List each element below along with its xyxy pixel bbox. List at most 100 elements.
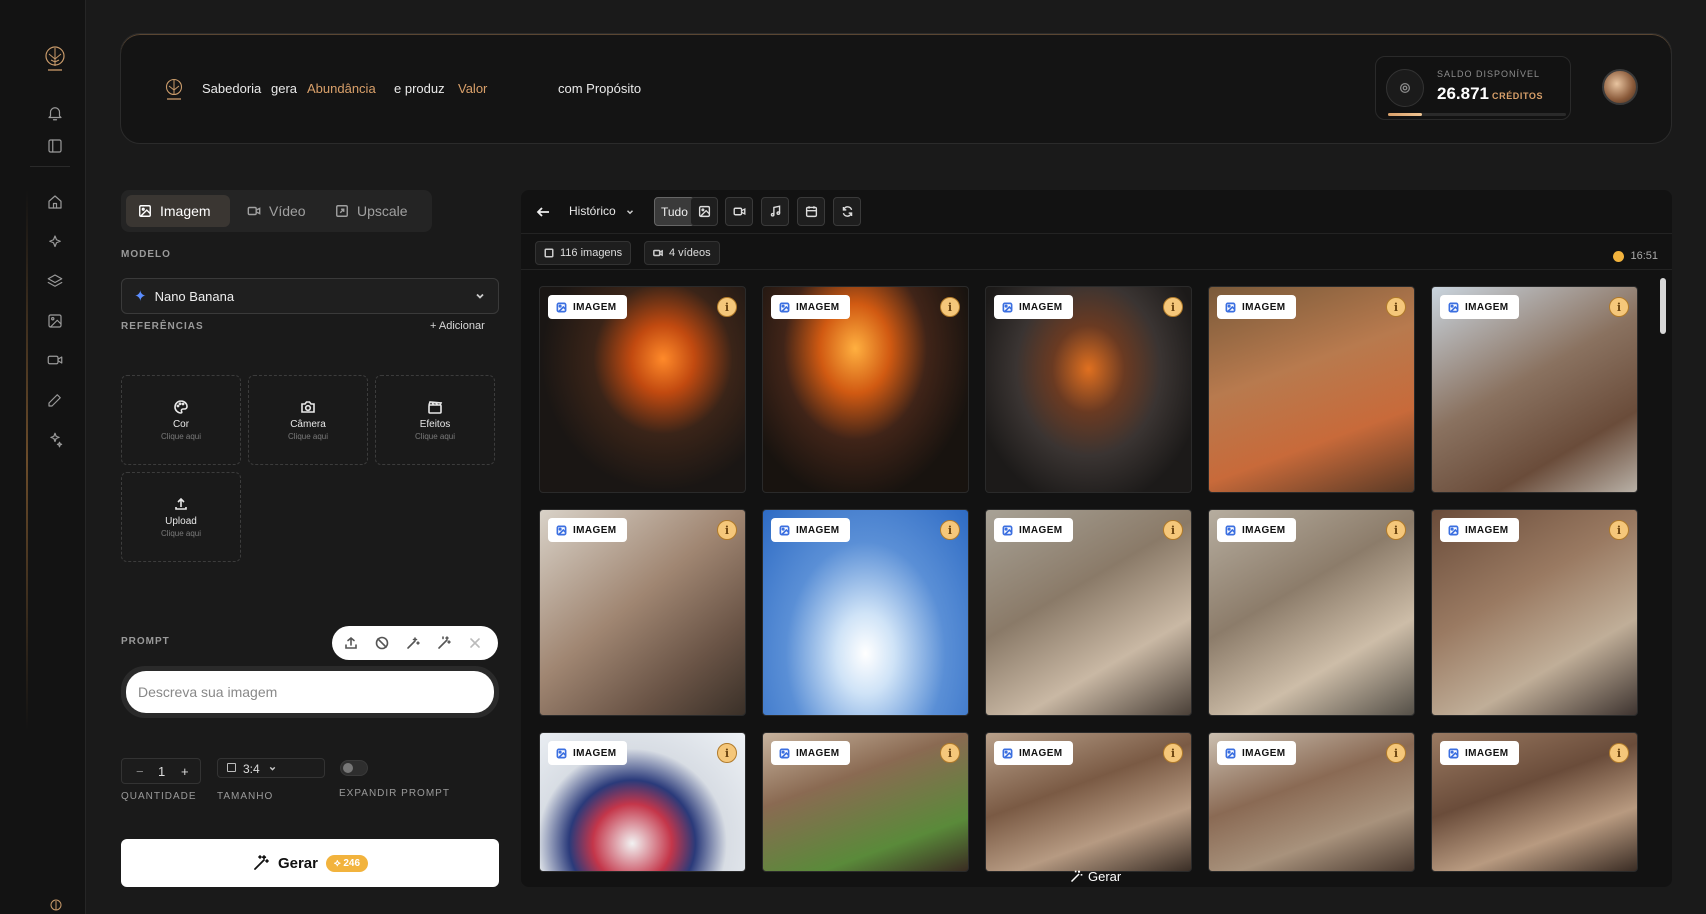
filter-video[interactable] <box>725 197 753 226</box>
ref-card-effects[interactable]: Efeitos Clique aqui <box>375 375 495 465</box>
quantity-decrement[interactable]: − <box>136 764 144 779</box>
quantity-increment[interactable]: + <box>181 764 189 779</box>
gallery-image-tile[interactable]: IMAGEM i <box>985 732 1192 872</box>
info-icon[interactable]: i <box>1163 520 1183 540</box>
generate-button[interactable]: Gerar ⟡ 246 <box>121 839 499 887</box>
ref-card-upload[interactable]: Upload Clique aqui <box>121 472 241 562</box>
layers-icon[interactable] <box>46 272 64 290</box>
image-type-badge: IMAGEM <box>1440 741 1519 765</box>
edit-icon[interactable] <box>46 391 64 409</box>
ban-icon[interactable] <box>374 635 390 651</box>
badge-label: IMAGEM <box>796 524 840 536</box>
gallery-panel: Histórico Tudo 116 imagens 4 vídeos 16:5… <box>521 190 1672 887</box>
refresh-button[interactable] <box>833 197 861 226</box>
credits-progress-fill <box>1388 113 1422 116</box>
history-dropdown[interactable]: Histórico <box>569 204 616 218</box>
tab-label: Vídeo <box>269 203 306 219</box>
gallery-image-tile[interactable]: IMAGEM i <box>1208 286 1415 493</box>
info-icon[interactable]: i <box>1386 743 1406 763</box>
video-icon <box>653 249 663 257</box>
expand-prompt-toggle[interactable] <box>340 760 368 776</box>
gallery-image-tile[interactable]: IMAGEM i <box>1208 509 1415 716</box>
tab-imagem[interactable]: Imagem <box>126 195 230 227</box>
info-icon[interactable]: i <box>717 743 737 763</box>
gallery-image-tile[interactable]: IMAGEM i <box>539 509 746 716</box>
gallery-image-tile[interactable]: IMAGEM i <box>1431 509 1638 716</box>
ref-card-camera[interactable]: Câmera Clique aqui <box>248 375 368 465</box>
ref-card-hint: Clique aqui <box>287 432 329 441</box>
ref-card-color[interactable]: Cor Clique aqui <box>121 375 241 465</box>
gallery-image-tile[interactable]: IMAGEM i <box>1431 732 1638 872</box>
gallery-generate-hint[interactable]: Gerar <box>1069 869 1121 884</box>
prompt-input[interactable] <box>126 671 494 713</box>
gallery-image-tile[interactable]: IMAGEM i <box>1208 732 1415 872</box>
ref-card-hint: Clique aqui <box>160 529 202 538</box>
image-icon <box>556 748 567 758</box>
time-value: 16:51 <box>1630 250 1658 262</box>
info-icon[interactable]: i <box>1163 743 1183 763</box>
info-icon[interactable]: i <box>940 743 960 763</box>
image-icon[interactable] <box>46 312 64 330</box>
user-avatar[interactable] <box>1602 69 1638 105</box>
model-select[interactable]: ✦ Nano Banana <box>121 278 499 314</box>
size-select[interactable]: 3:4 <box>217 758 325 778</box>
badge-label: IMAGEM <box>1465 747 1509 759</box>
credits-balance[interactable]: SALDO DISPONÍVEL 26.871 CRÉDITOS <box>1375 56 1571 120</box>
info-icon[interactable]: i <box>1609 743 1629 763</box>
gallery-image-tile[interactable]: IMAGEM i <box>762 732 969 872</box>
magic-icon[interactable] <box>46 431 64 449</box>
size-label: TAMANHO <box>217 791 274 802</box>
header-logo-icon <box>165 78 183 100</box>
quantity-label: QUANTIDADE <box>121 791 197 802</box>
enhance-icon[interactable] <box>405 635 421 651</box>
gallery-image-tile[interactable]: IMAGEM i <box>539 286 746 493</box>
info-icon[interactable]: i <box>940 520 960 540</box>
info-icon[interactable]: i <box>1609 297 1629 317</box>
info-icon[interactable]: i <box>1386 520 1406 540</box>
tab-video[interactable]: Vídeo <box>235 195 318 227</box>
info-icon[interactable]: i <box>940 297 960 317</box>
expand-prompt-label: EXPANDIR PROMPT <box>339 788 450 799</box>
close-icon[interactable] <box>467 635 483 651</box>
gallery-image-tile[interactable]: IMAGEM i <box>539 732 746 872</box>
tab-upscale[interactable]: Upscale <box>323 195 420 227</box>
video-icon[interactable] <box>46 351 64 369</box>
filter-all[interactable]: Tudo <box>654 197 695 226</box>
badge-label: IMAGEM <box>1019 524 1063 536</box>
filter-image[interactable] <box>690 197 718 226</box>
bell-icon[interactable] <box>46 104 64 122</box>
info-icon[interactable]: i <box>717 520 737 540</box>
info-icon[interactable]: i <box>1163 297 1183 317</box>
calendar-icon <box>805 206 817 218</box>
image-icon <box>544 248 554 258</box>
tagline-word: Abundância <box>307 81 376 96</box>
add-reference-button[interactable]: + Adicionar <box>430 320 485 332</box>
filter-calendar[interactable] <box>797 197 825 226</box>
info-icon[interactable]: i <box>717 297 737 317</box>
gallery-stats: 116 imagens 4 vídeos 16:51 <box>521 234 1672 270</box>
sparkles-icon[interactable] <box>46 233 64 251</box>
upload-icon <box>175 497 187 510</box>
upload-icon[interactable] <box>343 635 359 651</box>
sidebar-toggle-icon[interactable] <box>46 137 64 155</box>
gallery-image-tile[interactable]: IMAGEM i <box>762 509 969 716</box>
gallery-image-tile[interactable]: IMAGEM i <box>762 286 969 493</box>
clapper-icon <box>428 401 443 414</box>
info-icon[interactable]: i <box>1386 297 1406 317</box>
arrow-left-icon[interactable] <box>535 204 551 220</box>
gallery-image-tile[interactable]: IMAGEM i <box>1431 286 1638 493</box>
references-label: REFERÊNCIAS <box>121 321 204 332</box>
home-icon[interactable] <box>46 193 64 211</box>
top-header: Sabedoria gera Abundância e produz Valor… <box>120 33 1672 144</box>
gallery-image-tile[interactable]: IMAGEM i <box>985 509 1192 716</box>
info-icon[interactable]: i <box>1609 520 1629 540</box>
chevron-down-icon <box>626 210 634 215</box>
magic-wand-icon[interactable] <box>436 635 452 651</box>
image-icon <box>1002 302 1013 312</box>
clock-icon <box>1613 250 1625 262</box>
brand-mark-icon <box>50 899 62 911</box>
upscale-icon <box>336 205 348 217</box>
gallery-image-tile[interactable]: IMAGEM i <box>985 286 1192 493</box>
gallery-scrollbar[interactable] <box>1660 278 1666 334</box>
filter-music[interactable] <box>761 197 789 226</box>
